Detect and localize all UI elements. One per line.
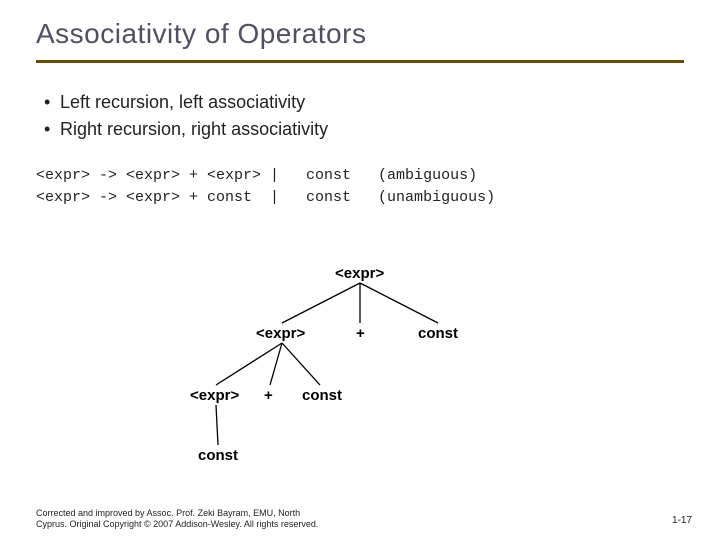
- parse-tree: <expr> <expr> + const <expr> + const con…: [0, 265, 720, 495]
- footer-copyright: Corrected and improved by Assoc. Prof. Z…: [36, 508, 318, 530]
- tree-node-expr: <expr>: [190, 387, 239, 404]
- tree-node-plus: +: [264, 387, 273, 404]
- page-title: Associativity of Operators: [36, 18, 684, 50]
- grammar-line: <expr> -> <expr> + const | const (unambi…: [36, 189, 495, 206]
- title-rule: [36, 60, 684, 63]
- footer-line: Corrected and improved by Assoc. Prof. Z…: [36, 508, 300, 518]
- tree-node-root: <expr>: [335, 265, 384, 282]
- page-number: 1-17: [672, 515, 692, 526]
- tree-node-const: const: [302, 387, 342, 404]
- bullet-item: Right recursion, right associativity: [44, 116, 684, 143]
- tree-node-const: const: [418, 325, 458, 342]
- grammar-block: <expr> -> <expr> + <expr> | const (ambig…: [36, 165, 684, 209]
- tree-node-const: const: [198, 447, 238, 464]
- tree-node-expr: <expr>: [256, 325, 305, 342]
- bullet-list: Left recursion, left associativity Right…: [44, 89, 684, 143]
- tree-node-plus: +: [356, 325, 365, 342]
- slide: Associativity of Operators Left recursio…: [0, 0, 720, 540]
- footer-line: Cyprus. Original Copyright © 2007 Addiso…: [36, 519, 318, 529]
- grammar-line: <expr> -> <expr> + <expr> | const (ambig…: [36, 167, 477, 184]
- tree-edges: [0, 265, 720, 495]
- bullet-item: Left recursion, left associativity: [44, 89, 684, 116]
